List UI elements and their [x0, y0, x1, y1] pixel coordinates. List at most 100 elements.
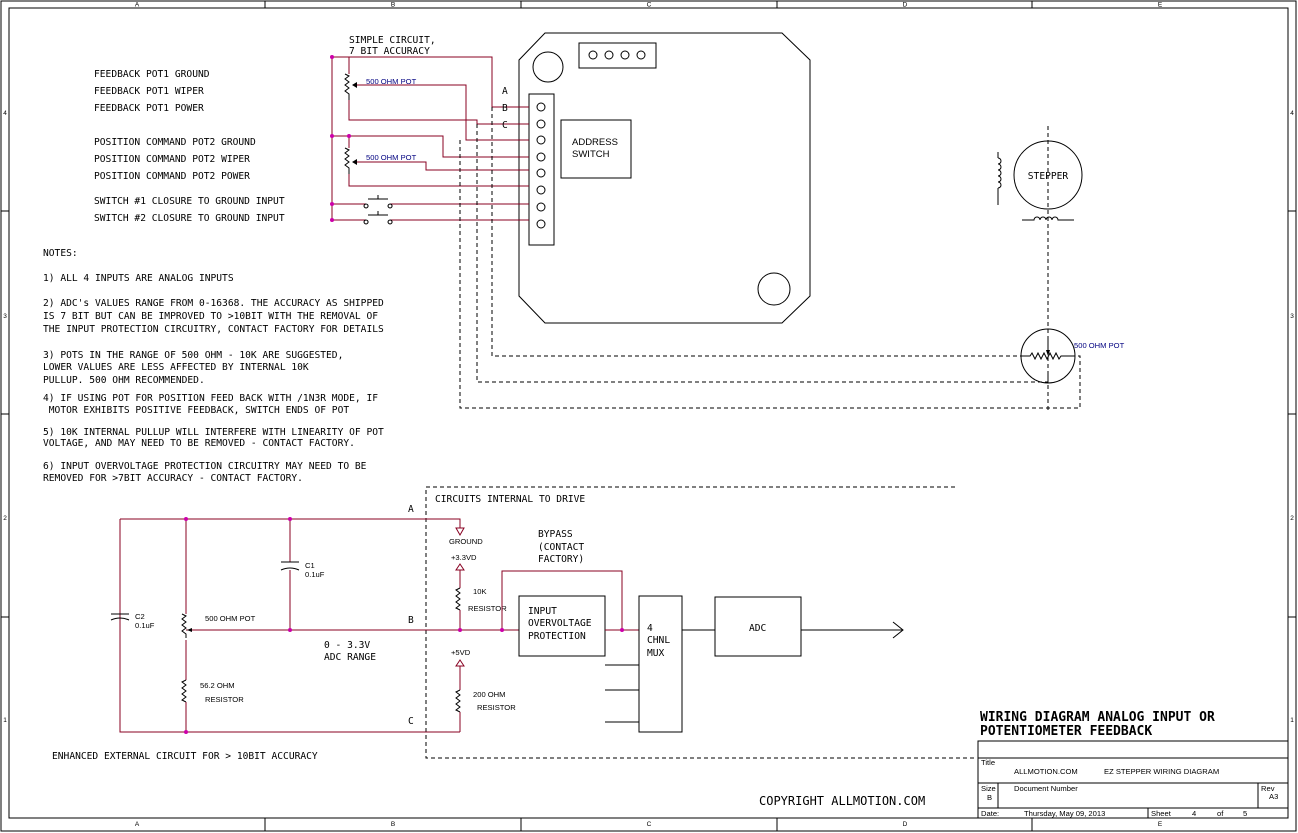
note-line: LOWER VALUES ARE LESS AFFECTED BY INTERN…	[43, 362, 309, 373]
wire-label-b: B	[502, 103, 508, 114]
border-row-label: 3	[3, 313, 7, 320]
simple-circuit: SIMPLE CIRCUIT, 7 BIT ACCURACY FEEDBACK …	[94, 35, 529, 225]
enhanced-circuit: CIRCUITS INTERNAL TO DRIVE A B C C2 0.1u…	[52, 486, 975, 762]
r10k-label: RESISTOR	[468, 604, 507, 613]
input-label: POSITION COMMAND POT2 GROUND	[94, 137, 256, 148]
border-col-label: A	[135, 821, 140, 828]
copyright: COPYRIGHT ALLMOTION.COM	[759, 794, 925, 808]
note-line: 1) ALL 4 INPUTS ARE ANALOG INPUTS	[43, 273, 234, 284]
date-value: Thursday, May 09, 2013	[1024, 809, 1105, 818]
enhanced-circuit-label: ENHANCED EXTERNAL CIRCUIT FOR > 10BIT AC…	[52, 751, 318, 762]
border-col-label: B	[391, 821, 395, 828]
border-row-label: 2	[3, 515, 7, 522]
border-col-label: A	[135, 2, 140, 9]
stepper-motor: STEPPER 500 OHM POT	[459, 107, 1125, 410]
border-col-label: B	[391, 2, 395, 9]
border-col-label: C	[647, 821, 652, 828]
address-switch-label: ADDRESS	[572, 137, 618, 148]
r10k-value: 10K	[473, 587, 487, 596]
drive-board: ADDRESS SWITCH	[518, 32, 811, 324]
r200-value: 200 OHM	[473, 690, 506, 699]
mux-label: 4	[647, 623, 653, 634]
border-row-label: 3	[1290, 313, 1294, 320]
border-col-label: D	[903, 2, 908, 9]
border-row-label: 2	[1290, 515, 1294, 522]
company-name: ALLMOTION.COM	[1014, 767, 1078, 776]
internal-circuits-label: CIRCUITS INTERNAL TO DRIVE	[435, 494, 585, 505]
pot-label: 500 OHM POT	[205, 614, 256, 623]
protection-label: OVERVOLTAGE	[528, 618, 592, 629]
bypass-label: (CONTACT	[538, 542, 584, 553]
adc-label: ADC	[749, 623, 767, 634]
mux-label: CHNL	[647, 635, 670, 646]
power-connector	[578, 42, 657, 69]
note-line: REMOVED FOR >7BIT ACCURACY - CONTACT FAC…	[43, 473, 303, 484]
input-label: POSITION COMMAND POT2 WIPER	[94, 154, 250, 165]
rev-value: A3	[1269, 792, 1278, 801]
note-line: 2) ADC's VALUES RANGE FROM 0-16368. THE …	[43, 298, 384, 309]
stepper-pot-label: 500 OHM POT	[1074, 341, 1125, 350]
border-col-label: D	[903, 821, 908, 828]
input-label: FEEDBACK POT1 GROUND	[94, 69, 210, 80]
date-caption: Date:	[981, 809, 999, 818]
input-label: FEEDBACK POT1 WIPER	[94, 86, 204, 97]
c2-value: 0.1uF	[135, 621, 155, 630]
sheet-value: 4	[1192, 809, 1196, 818]
c1-value: 0.1uF	[305, 570, 325, 579]
note-line: IS 7 BIT BUT CAN BE IMPROVED TO >10BIT W…	[43, 311, 378, 322]
r56-value: 56.2 OHM	[200, 681, 235, 690]
note-line: 3) POTS IN THE RANGE OF 500 OHM - 10K AR…	[43, 350, 343, 361]
size-caption: Size	[981, 784, 996, 793]
input-label: FEEDBACK POT1 POWER	[94, 103, 204, 114]
mounting-hole	[757, 272, 791, 306]
note-line: THE INPUT PROTECTION CIRCUITRY, CONTACT …	[43, 324, 384, 335]
of-caption: of	[1217, 809, 1224, 818]
bypass-label: BYPASS	[538, 529, 573, 540]
address-switch-label: SWITCH	[572, 149, 610, 160]
diagram-name: EZ STEPPER WIRING DIAGRAM	[1104, 767, 1219, 776]
wire-label-c: C	[502, 120, 508, 131]
border-col-label: E	[1158, 2, 1163, 9]
node-label-a: A	[408, 504, 414, 515]
note-line: PULLUP. 500 OHM RECOMMENDED.	[43, 375, 205, 386]
simple-circuit-label: 7 BIT ACCURACY	[349, 46, 430, 57]
drawing-title: POTENTIOMETER FEEDBACK	[980, 724, 1152, 739]
notes: NOTES: 1) ALL 4 INPUTS ARE ANALOG INPUTS…	[43, 248, 384, 484]
input-label: POSITION COMMAND POT2 POWER	[94, 171, 250, 182]
mux-block	[638, 595, 683, 733]
input-label: SWITCH #2 CLOSURE TO GROUND INPUT	[94, 213, 285, 224]
note-line: 6) INPUT OVERVOLTAGE PROTECTION CIRCUITR…	[43, 461, 367, 472]
title-block: WIRING DIAGRAM ANALOG INPUT OR POTENTIOM…	[759, 710, 1289, 819]
title-caption: Title	[981, 758, 995, 767]
size-value: B	[987, 793, 992, 802]
sheet-caption: Sheet	[1151, 809, 1172, 818]
v5-label: +5VD	[451, 648, 471, 657]
r200-label: RESISTOR	[477, 703, 516, 712]
drawing-title: WIRING DIAGRAM ANALOG INPUT OR	[980, 710, 1215, 725]
border-row-label: 4	[1290, 110, 1294, 117]
pot1-label: 500 OHM POT	[366, 77, 417, 86]
node-label-c: C	[408, 716, 414, 727]
border-row-label: 1	[1290, 717, 1294, 724]
adc-range: 0 - 3.3V	[324, 640, 370, 651]
simple-circuit-label: SIMPLE CIRCUIT,	[349, 35, 436, 46]
mux-label: MUX	[647, 648, 665, 659]
node-label-b: B	[408, 615, 414, 626]
wire-label-a: A	[502, 86, 508, 97]
note-line: 5) 10K INTERNAL PULLUP WILL INTERFERE WI…	[43, 427, 384, 438]
r56-label: RESISTOR	[205, 695, 244, 704]
border-col-label: E	[1158, 821, 1163, 828]
input-label: SWITCH #1 CLOSURE TO GROUND INPUT	[94, 196, 285, 207]
of-value: 5	[1243, 809, 1247, 818]
pot2-label: 500 OHM POT	[366, 153, 417, 162]
docnum-caption: Document Number	[1014, 784, 1078, 793]
adc-range-label: ADC RANGE	[324, 652, 376, 663]
stepper-label: STEPPER	[1028, 171, 1069, 182]
note-line: 4) IF USING POT FOR POSITION FEED BACK W…	[43, 393, 378, 404]
note-line: MOTOR EXHIBITS POSITIVE FEEDBACK, SWITCH…	[43, 405, 349, 416]
note-line: VOLTAGE, AND MAY NEED TO BE REMOVED - CO…	[43, 438, 355, 449]
bypass-label: FACTORY)	[538, 554, 584, 565]
border-row-label: 1	[3, 717, 7, 724]
c2-name: C2	[135, 612, 145, 621]
mounting-hole	[532, 51, 564, 83]
